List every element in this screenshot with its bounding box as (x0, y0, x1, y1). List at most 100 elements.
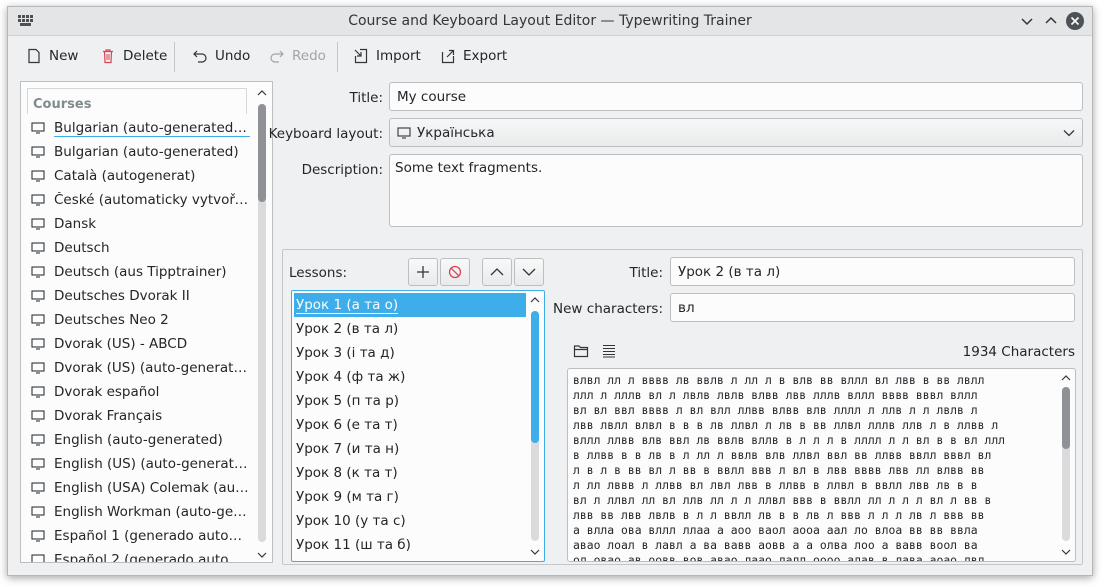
new-characters-input[interactable]: вл (670, 293, 1075, 322)
course-list-item[interactable]: Dvorak español (27, 380, 257, 404)
lesson-list-item[interactable]: Урок 5 (п та р) (294, 389, 526, 413)
add-lesson-button[interactable] (408, 258, 438, 286)
redo-button[interactable]: Redo (263, 42, 332, 70)
maximize-button[interactable] (1042, 12, 1060, 30)
course-list-item[interactable]: English (auto-generated) (27, 428, 257, 452)
lessons-label: Lessons: (289, 265, 348, 281)
monitor-icon (31, 362, 45, 374)
scroll-thumb[interactable] (1062, 387, 1070, 449)
keyboard-layout-combo[interactable]: Українська (389, 118, 1083, 147)
chevron-up-icon (530, 297, 540, 303)
import-label: Import (376, 48, 421, 64)
lesson-list-item[interactable]: Урок 7 (и та н) (294, 437, 526, 461)
course-list-item[interactable]: Dansk (27, 212, 257, 236)
chevron-up-icon (1061, 375, 1071, 381)
character-count: 1934 Characters (962, 344, 1075, 360)
monitor-icon (31, 338, 45, 350)
course-list[interactable]: Bulgarian (auto-generated, lo... Bulgaria… (27, 116, 257, 562)
scroll-up-arrow[interactable] (1059, 371, 1073, 385)
lesson-item-label: Урок 10 (у та с) (296, 513, 406, 529)
editor-window: Course and Keyboard Layout Editor — Type… (7, 6, 1093, 576)
keyboard-layout-label: Keyboard layout: (268, 126, 383, 142)
lesson-list-item[interactable]: Урок 9 (м та г) (294, 485, 526, 509)
lesson-list-item[interactable]: Урок 1 (а та о) (294, 293, 526, 317)
course-list-item[interactable]: Deutsches Neo 2 (27, 308, 257, 332)
description-textarea[interactable]: Some text fragments. (389, 154, 1083, 227)
close-button[interactable] (1066, 12, 1084, 30)
folder-open-icon[interactable] (573, 343, 589, 359)
scroll-thumb[interactable] (258, 104, 266, 202)
minimize-button[interactable] (1018, 12, 1036, 30)
scroll-up-arrow[interactable] (255, 86, 269, 100)
lesson-text-line: л в л в вв вл л вв в ввлл ввв л вл в лвв… (573, 463, 985, 477)
lesson-list-item[interactable]: Урок 11 (ш та б) (294, 533, 526, 557)
course-list-item[interactable]: Dvorak (US) (auto-generated) (27, 356, 257, 380)
align-justify-icon[interactable] (601, 343, 617, 359)
course-item-label: Deutsch (54, 240, 110, 256)
move-lesson-up-button[interactable] (482, 258, 512, 286)
course-list-item[interactable]: English (US) (auto-generated) (27, 452, 257, 476)
course-item-label: Dansk (54, 216, 97, 232)
lesson-list-item[interactable]: Урок 2 (в та л) (294, 317, 526, 341)
import-button[interactable]: Import (347, 42, 427, 70)
course-list-item[interactable]: Español 2 (generado automát... (27, 548, 257, 562)
new-button[interactable]: New (20, 42, 84, 70)
course-list-item[interactable]: Deutsches Dvorak II (27, 284, 257, 308)
lesson-list-item[interactable]: Урок 4 (ф та ж) (294, 365, 526, 389)
title-bar: Course and Keyboard Layout Editor — Type… (8, 7, 1092, 36)
lesson-text-line: лвв вв лвв лвлв в л л ввлл лв в в лв л в… (573, 508, 985, 522)
course-item-label: English (US) (auto-generated) (54, 456, 250, 472)
course-list-item[interactable]: Dvorak Français (27, 404, 257, 428)
monitor-icon (31, 482, 45, 494)
export-button[interactable]: Export (434, 42, 513, 70)
course-list-item[interactable]: Deutsch (aus Tipptrainer) (27, 260, 257, 284)
course-list-item[interactable]: Bulgarian (auto-generated) (27, 140, 257, 164)
course-list-item[interactable]: Dvorak (US) - ABCD (27, 332, 257, 356)
course-list-item[interactable]: English Workman (auto-gener... (27, 500, 257, 524)
lesson-list-item[interactable]: Урок 3 (і та д) (294, 341, 526, 365)
lesson-title-value: Урок 2 (в та л) (678, 263, 781, 280)
course-item-label: Deutsches Dvorak II (54, 288, 190, 304)
lessons-list[interactable]: Урок 1 (а та о) Урок 2 (в та л) Урок 3 (і … (291, 290, 545, 562)
delete-label: Delete (123, 48, 168, 64)
redo-icon (270, 50, 284, 63)
monitor-icon (31, 410, 45, 422)
lesson-text-scrollbar[interactable] (1059, 371, 1073, 559)
course-item-label: Dvorak (US) - ABCD (54, 336, 188, 352)
toolbar: New Delete Undo Redo Import Export (8, 37, 1092, 75)
course-title-input[interactable]: My course (389, 82, 1083, 111)
course-list-item[interactable]: České (automaticky vytvořeno) (27, 188, 257, 212)
remove-lesson-button[interactable] (440, 258, 470, 286)
undo-button[interactable]: Undo (186, 42, 256, 70)
course-list-item[interactable]: Deutsch (27, 236, 257, 260)
course-item-label: Dvorak español (54, 384, 160, 400)
lesson-item-label: Урок 6 (е та т) (296, 417, 398, 433)
course-list-item[interactable]: Bulgarian (auto-generated, lo... (27, 116, 257, 140)
scroll-down-arrow[interactable] (255, 548, 269, 562)
scroll-thumb[interactable] (531, 311, 539, 443)
scroll-up-arrow[interactable] (528, 293, 542, 307)
course-list-item[interactable]: Català (autogenerat) (27, 164, 257, 188)
lesson-frame: Lessons: Урок 1 (а та о) Урок 2 (в та л)… (282, 249, 1083, 565)
export-label: Export (463, 48, 508, 64)
delete-button[interactable]: Delete (94, 42, 173, 70)
lesson-list-item[interactable]: Урок 8 (к та т) (294, 461, 526, 485)
monitor-icon (31, 170, 45, 182)
course-list-item[interactable]: English (USA) Colemak (auto-... (27, 476, 257, 500)
lesson-text-line: ол овао ав оовв вов авао лаао лалл оооо … (573, 553, 985, 562)
lesson-list-item[interactable]: Урок 10 (у та с) (294, 509, 526, 533)
scroll-down-arrow[interactable] (528, 545, 542, 559)
lesson-title-input[interactable]: Урок 2 (в та л) (670, 257, 1075, 286)
lesson-text-line: вл вл ввл вввв л вл влл ллвв влвв влв лл… (573, 403, 978, 417)
chevron-down-icon (1061, 549, 1071, 555)
move-lesson-down-button[interactable] (514, 258, 544, 286)
scroll-down-arrow[interactable] (1059, 545, 1073, 559)
lesson-item-label: Урок 2 (в та л) (296, 321, 399, 337)
monitor-icon (31, 146, 45, 158)
lesson-text-editor[interactable]: влвл лл л вввв лв ввлв л лл л в влв вв в… (567, 368, 1076, 562)
courses-scrollbar[interactable] (255, 86, 269, 560)
lesson-text-line: вл л ллвл лл вл ллв лл л л ллвл ввв в вв… (573, 493, 992, 507)
course-list-item[interactable]: Español 1 (generado automát... (27, 524, 257, 548)
lesson-list-item[interactable]: Урок 6 (е та т) (294, 413, 526, 437)
lessons-scrollbar[interactable] (528, 293, 542, 559)
